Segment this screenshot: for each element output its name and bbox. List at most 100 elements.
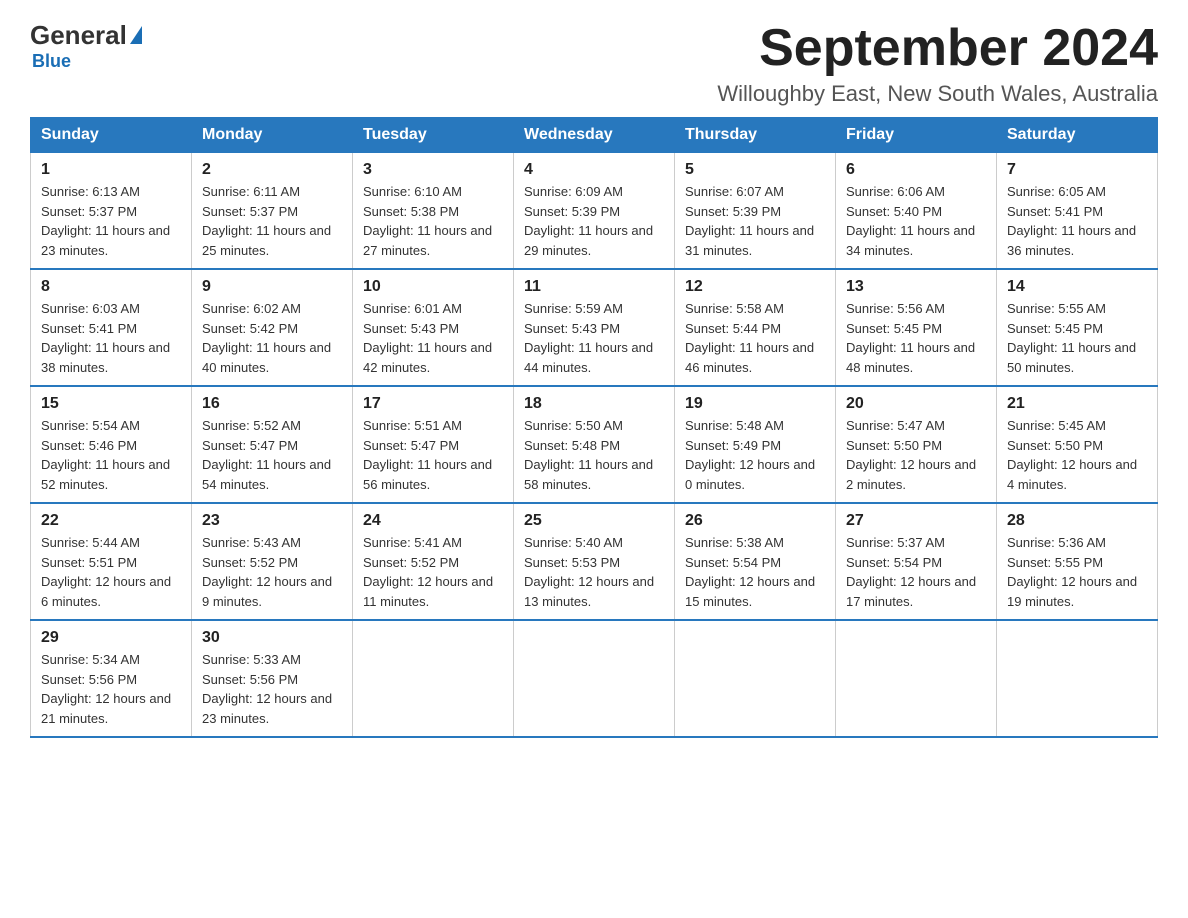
day-number: 28 — [1007, 512, 1147, 530]
table-row: 6 Sunrise: 6:06 AM Sunset: 5:40 PM Dayli… — [836, 153, 997, 270]
logo-triangle-icon — [130, 26, 142, 44]
table-row: 13 Sunrise: 5:56 AM Sunset: 5:45 PM Dayl… — [836, 269, 997, 386]
day-number: 21 — [1007, 395, 1147, 413]
day-number: 1 — [41, 161, 181, 179]
day-info: Sunrise: 5:45 AM Sunset: 5:50 PM Dayligh… — [1007, 416, 1147, 494]
logo-blue-text: Blue — [32, 51, 71, 71]
table-row: 4 Sunrise: 6:09 AM Sunset: 5:39 PM Dayli… — [514, 153, 675, 270]
table-row: 1 Sunrise: 6:13 AM Sunset: 5:37 PM Dayli… — [31, 153, 192, 270]
day-info: Sunrise: 5:59 AM Sunset: 5:43 PM Dayligh… — [524, 299, 664, 377]
day-number: 2 — [202, 161, 342, 179]
day-info: Sunrise: 5:41 AM Sunset: 5:52 PM Dayligh… — [363, 533, 503, 611]
calendar-week-row: 8 Sunrise: 6:03 AM Sunset: 5:41 PM Dayli… — [31, 269, 1158, 386]
table-row: 16 Sunrise: 5:52 AM Sunset: 5:47 PM Dayl… — [192, 386, 353, 503]
day-info: Sunrise: 5:56 AM Sunset: 5:45 PM Dayligh… — [846, 299, 986, 377]
day-number: 20 — [846, 395, 986, 413]
table-row: 30 Sunrise: 5:33 AM Sunset: 5:56 PM Dayl… — [192, 620, 353, 737]
header-friday: Friday — [836, 118, 997, 153]
header-sunday: Sunday — [31, 118, 192, 153]
table-row: 22 Sunrise: 5:44 AM Sunset: 5:51 PM Dayl… — [31, 503, 192, 620]
day-info: Sunrise: 6:07 AM Sunset: 5:39 PM Dayligh… — [685, 182, 825, 260]
calendar-header: Sunday Monday Tuesday Wednesday Thursday… — [31, 118, 1158, 153]
page-header: General Blue September 2024 Willoughby E… — [30, 20, 1158, 107]
day-number: 25 — [524, 512, 664, 530]
day-info: Sunrise: 6:05 AM Sunset: 5:41 PM Dayligh… — [1007, 182, 1147, 260]
table-row: 8 Sunrise: 6:03 AM Sunset: 5:41 PM Dayli… — [31, 269, 192, 386]
location-title: Willoughby East, New South Wales, Austra… — [717, 81, 1158, 107]
day-number: 11 — [524, 278, 664, 296]
day-number: 23 — [202, 512, 342, 530]
day-info: Sunrise: 6:03 AM Sunset: 5:41 PM Dayligh… — [41, 299, 181, 377]
table-row: 5 Sunrise: 6:07 AM Sunset: 5:39 PM Dayli… — [675, 153, 836, 270]
header-row: Sunday Monday Tuesday Wednesday Thursday… — [31, 118, 1158, 153]
day-info: Sunrise: 5:50 AM Sunset: 5:48 PM Dayligh… — [524, 416, 664, 494]
day-number: 8 — [41, 278, 181, 296]
day-info: Sunrise: 6:11 AM Sunset: 5:37 PM Dayligh… — [202, 182, 342, 260]
calendar-body: 1 Sunrise: 6:13 AM Sunset: 5:37 PM Dayli… — [31, 153, 1158, 738]
day-info: Sunrise: 5:52 AM Sunset: 5:47 PM Dayligh… — [202, 416, 342, 494]
day-info: Sunrise: 5:38 AM Sunset: 5:54 PM Dayligh… — [685, 533, 825, 611]
logo: General Blue — [30, 20, 142, 72]
day-info: Sunrise: 6:02 AM Sunset: 5:42 PM Dayligh… — [202, 299, 342, 377]
calendar-week-row: 15 Sunrise: 5:54 AM Sunset: 5:46 PM Dayl… — [31, 386, 1158, 503]
month-title: September 2024 — [717, 20, 1158, 77]
day-number: 16 — [202, 395, 342, 413]
day-number: 18 — [524, 395, 664, 413]
day-number: 9 — [202, 278, 342, 296]
day-number: 4 — [524, 161, 664, 179]
header-saturday: Saturday — [997, 118, 1158, 153]
table-row: 2 Sunrise: 6:11 AM Sunset: 5:37 PM Dayli… — [192, 153, 353, 270]
header-wednesday: Wednesday — [514, 118, 675, 153]
table-row: 19 Sunrise: 5:48 AM Sunset: 5:49 PM Dayl… — [675, 386, 836, 503]
table-row — [997, 620, 1158, 737]
day-info: Sunrise: 5:44 AM Sunset: 5:51 PM Dayligh… — [41, 533, 181, 611]
calendar-week-row: 1 Sunrise: 6:13 AM Sunset: 5:37 PM Dayli… — [31, 153, 1158, 270]
day-info: Sunrise: 6:13 AM Sunset: 5:37 PM Dayligh… — [41, 182, 181, 260]
table-row: 10 Sunrise: 6:01 AM Sunset: 5:43 PM Dayl… — [353, 269, 514, 386]
table-row: 27 Sunrise: 5:37 AM Sunset: 5:54 PM Dayl… — [836, 503, 997, 620]
table-row: 21 Sunrise: 5:45 AM Sunset: 5:50 PM Dayl… — [997, 386, 1158, 503]
day-number: 10 — [363, 278, 503, 296]
day-number: 5 — [685, 161, 825, 179]
table-row: 29 Sunrise: 5:34 AM Sunset: 5:56 PM Dayl… — [31, 620, 192, 737]
table-row: 26 Sunrise: 5:38 AM Sunset: 5:54 PM Dayl… — [675, 503, 836, 620]
table-row: 17 Sunrise: 5:51 AM Sunset: 5:47 PM Dayl… — [353, 386, 514, 503]
table-row: 11 Sunrise: 5:59 AM Sunset: 5:43 PM Dayl… — [514, 269, 675, 386]
day-info: Sunrise: 6:06 AM Sunset: 5:40 PM Dayligh… — [846, 182, 986, 260]
day-number: 6 — [846, 161, 986, 179]
day-info: Sunrise: 5:37 AM Sunset: 5:54 PM Dayligh… — [846, 533, 986, 611]
day-number: 22 — [41, 512, 181, 530]
table-row: 23 Sunrise: 5:43 AM Sunset: 5:52 PM Dayl… — [192, 503, 353, 620]
day-info: Sunrise: 5:54 AM Sunset: 5:46 PM Dayligh… — [41, 416, 181, 494]
table-row: 12 Sunrise: 5:58 AM Sunset: 5:44 PM Dayl… — [675, 269, 836, 386]
table-row — [675, 620, 836, 737]
day-number: 19 — [685, 395, 825, 413]
table-row: 14 Sunrise: 5:55 AM Sunset: 5:45 PM Dayl… — [997, 269, 1158, 386]
day-info: Sunrise: 5:55 AM Sunset: 5:45 PM Dayligh… — [1007, 299, 1147, 377]
calendar-week-row: 22 Sunrise: 5:44 AM Sunset: 5:51 PM Dayl… — [31, 503, 1158, 620]
day-info: Sunrise: 5:58 AM Sunset: 5:44 PM Dayligh… — [685, 299, 825, 377]
day-info: Sunrise: 5:48 AM Sunset: 5:49 PM Dayligh… — [685, 416, 825, 494]
header-monday: Monday — [192, 118, 353, 153]
day-info: Sunrise: 6:01 AM Sunset: 5:43 PM Dayligh… — [363, 299, 503, 377]
day-number: 29 — [41, 629, 181, 647]
table-row — [514, 620, 675, 737]
day-number: 3 — [363, 161, 503, 179]
calendar-table: Sunday Monday Tuesday Wednesday Thursday… — [30, 117, 1158, 738]
day-info: Sunrise: 6:10 AM Sunset: 5:38 PM Dayligh… — [363, 182, 503, 260]
day-number: 24 — [363, 512, 503, 530]
day-info: Sunrise: 5:34 AM Sunset: 5:56 PM Dayligh… — [41, 650, 181, 728]
title-area: September 2024 Willoughby East, New Sout… — [717, 20, 1158, 107]
table-row: 9 Sunrise: 6:02 AM Sunset: 5:42 PM Dayli… — [192, 269, 353, 386]
table-row: 25 Sunrise: 5:40 AM Sunset: 5:53 PM Dayl… — [514, 503, 675, 620]
day-info: Sunrise: 6:09 AM Sunset: 5:39 PM Dayligh… — [524, 182, 664, 260]
table-row: 15 Sunrise: 5:54 AM Sunset: 5:46 PM Dayl… — [31, 386, 192, 503]
day-number: 27 — [846, 512, 986, 530]
day-info: Sunrise: 5:40 AM Sunset: 5:53 PM Dayligh… — [524, 533, 664, 611]
header-thursday: Thursday — [675, 118, 836, 153]
calendar-week-row: 29 Sunrise: 5:34 AM Sunset: 5:56 PM Dayl… — [31, 620, 1158, 737]
day-number: 13 — [846, 278, 986, 296]
day-number: 12 — [685, 278, 825, 296]
table-row — [353, 620, 514, 737]
header-tuesday: Tuesday — [353, 118, 514, 153]
